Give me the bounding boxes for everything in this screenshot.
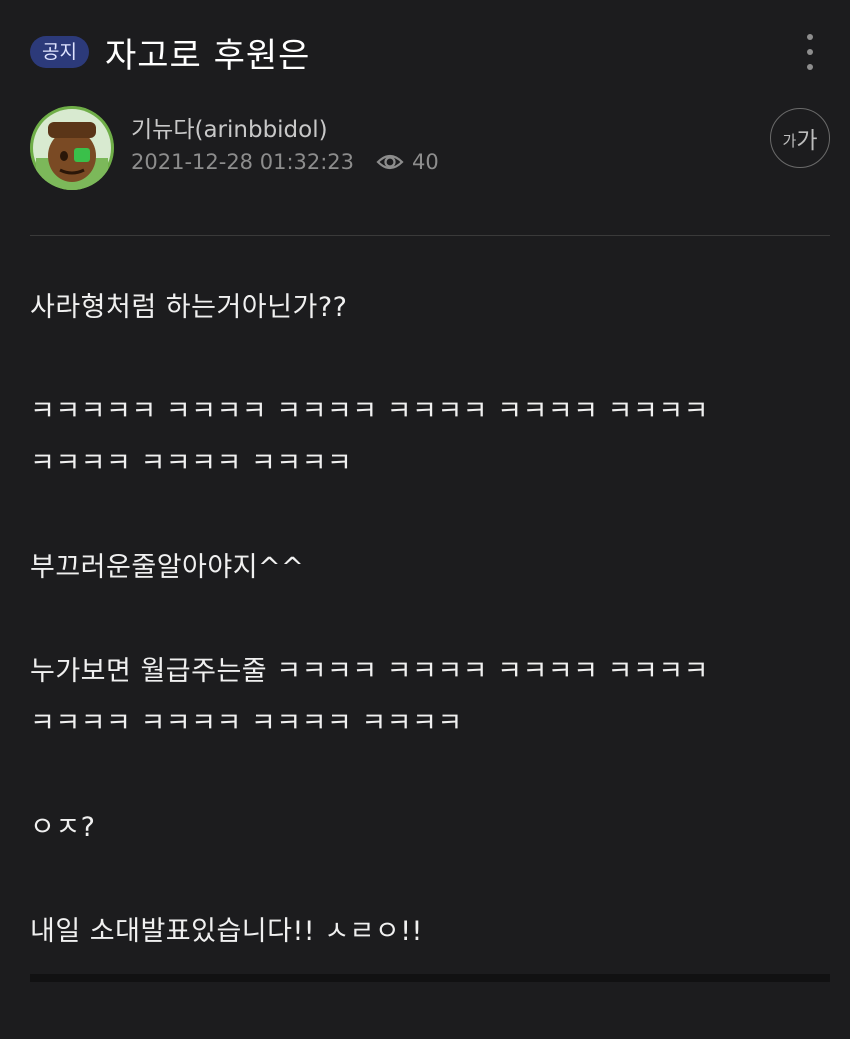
body-paragraph: ㅇㅈ?	[30, 812, 96, 843]
post-meta: 2021-12-28 01:32:23 40	[131, 150, 439, 174]
body-paragraph: ㅋㅋㅋㅋ ㅋㅋㅋㅋ ㅋㅋㅋㅋ	[30, 448, 353, 479]
body-paragraph: 사라형처럼 하는거아닌가??	[30, 292, 348, 323]
avatar[interactable]	[30, 106, 114, 190]
font-size-button[interactable]: 가 가	[770, 108, 830, 168]
author-info: 기뉴다(arinbbidol) 2021-12-28 01:32:23 40 가…	[30, 106, 830, 196]
post-title: 자고로 후원은	[104, 35, 311, 76]
post-datetime: 2021-12-28 01:32:23	[131, 150, 355, 174]
previous-content-fragment	[30, 0, 130, 2]
eye-icon	[376, 152, 404, 172]
body-paragraph: ㅋㅋㅋㅋㅋ ㅋㅋㅋㅋ ㅋㅋㅋㅋ ㅋㅋㅋㅋ ㅋㅋㅋㅋ ㅋㅋㅋㅋ	[30, 396, 709, 427]
body-paragraph: 내일 소대발표있습니다!! ㅅㄹㅇ!!	[30, 916, 423, 947]
avatar-image	[30, 106, 114, 190]
more-vertical-icon[interactable]	[804, 34, 816, 70]
view-count: 40	[412, 150, 439, 174]
body-paragraph: 부끄러운줄알아야지^^	[30, 552, 305, 583]
author-name[interactable]: 기뉴다(arinbbidol)	[131, 110, 328, 144]
font-size-large-label: 가	[796, 128, 818, 154]
header-divider	[30, 235, 830, 236]
notice-badge: 공지	[30, 36, 89, 68]
body-paragraph: 누가보면 월급주는줄 ㅋㅋㅋㅋ ㅋㅋㅋㅋ ㅋㅋㅋㅋ ㅋㅋㅋㅋ	[30, 656, 709, 687]
post-body: 사라형처럼 하는거아닌가?? ㅋㅋㅋㅋㅋ ㅋㅋㅋㅋ ㅋㅋㅋㅋ ㅋㅋㅋㅋ ㅋㅋㅋㅋ…	[30, 282, 830, 958]
body-paragraph: ㅋㅋㅋㅋ ㅋㅋㅋㅋ ㅋㅋㅋㅋ ㅋㅋㅋㅋ	[30, 708, 463, 739]
bottom-divider	[30, 974, 830, 982]
post-header: 공지 자고로 후원은	[30, 30, 830, 76]
font-size-small-label: 가	[782, 131, 797, 150]
